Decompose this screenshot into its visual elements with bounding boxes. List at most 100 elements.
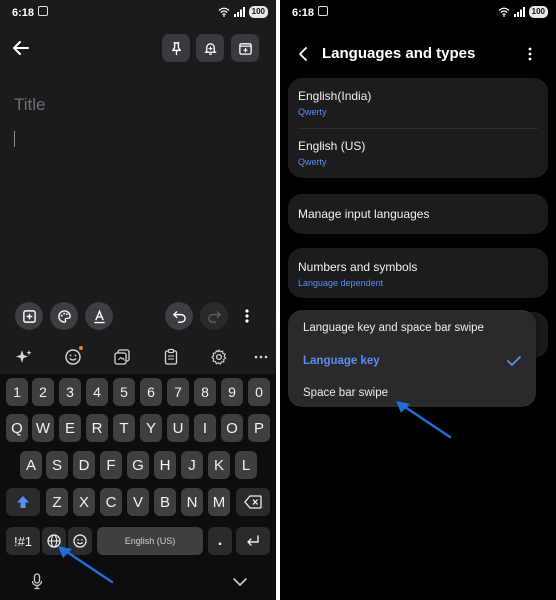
key-x[interactable]: X [73, 488, 95, 516]
reminder-button[interactable] [196, 34, 224, 62]
text-format-icon [93, 309, 105, 323]
key-e[interactable]: E [59, 414, 81, 442]
key-y[interactable]: Y [140, 414, 162, 442]
key-v[interactable]: V [127, 488, 149, 516]
sticker-button[interactable] [113, 348, 131, 366]
emoji-icon [73, 534, 87, 548]
key-d[interactable]: D [73, 451, 95, 479]
key-l[interactable]: L [235, 451, 257, 479]
key-7[interactable]: 7 [167, 378, 189, 406]
left-phone-screen: 6:18 100 Title 1 2 3 4 5 6 7 8 9 0 Q W E… [0, 0, 276, 600]
right-phone-screen: 6:18 100 Languages and types English(Ind… [280, 0, 556, 600]
key-u[interactable]: U [167, 414, 189, 442]
key-a[interactable]: A [20, 451, 42, 479]
key-6[interactable]: 6 [140, 378, 162, 406]
key-m[interactable]: M [208, 488, 230, 516]
key-9[interactable]: 9 [221, 378, 243, 406]
key-3[interactable]: 3 [59, 378, 81, 406]
key-b[interactable]: B [154, 488, 176, 516]
key-4[interactable]: 4 [86, 378, 108, 406]
language-name: English (US) [298, 139, 366, 153]
key-j[interactable]: J [181, 451, 203, 479]
key-z[interactable]: Z [46, 488, 68, 516]
option-language-key[interactable]: Language key [303, 355, 380, 367]
key-0[interactable]: 0 [248, 378, 270, 406]
keyboard-toolbar [0, 340, 276, 374]
emoji-button[interactable] [64, 348, 82, 366]
gear-icon [211, 349, 227, 365]
status-time: 6:18 [12, 7, 35, 19]
numbers-symbols-sub: Language dependent [298, 278, 384, 288]
settings-header: Languages and types [280, 38, 556, 70]
emoji-key[interactable] [68, 527, 92, 555]
language-name: English(India) [298, 89, 372, 103]
pin-icon [171, 41, 181, 55]
key-f[interactable]: F [100, 451, 122, 479]
globe-icon [47, 534, 61, 548]
space-bar[interactable]: English (US) [97, 527, 203, 555]
key-w[interactable]: W [32, 414, 54, 442]
note-title-placeholder[interactable]: Title [14, 95, 46, 115]
key-c[interactable]: C [100, 488, 122, 516]
symbols-key[interactable]: !#1 [6, 527, 40, 555]
wifi-icon [218, 7, 230, 17]
manage-languages-label: Manage input languages [298, 207, 430, 221]
key-n[interactable]: N [181, 488, 203, 516]
option-language-key-and-space-bar-swipe[interactable]: Language key and space bar swipe [303, 322, 484, 334]
text-style-button[interactable] [85, 302, 113, 330]
text-cursor[interactable] [14, 131, 15, 147]
pin-button[interactable] [162, 34, 190, 62]
mic-icon[interactable] [30, 572, 44, 592]
key-i[interactable]: I [194, 414, 216, 442]
add-to-button[interactable] [231, 34, 259, 62]
key-t[interactable]: T [113, 414, 135, 442]
screenshot-icon [318, 6, 328, 16]
insert-button[interactable] [15, 302, 43, 330]
key-s[interactable]: S [46, 451, 68, 479]
battery-icon: 100 [248, 6, 268, 18]
option-space-bar-swipe[interactable]: Space bar swipe [303, 387, 388, 399]
key-g[interactable]: G [127, 451, 149, 479]
redo-button[interactable] [200, 302, 228, 330]
redo-icon [207, 310, 221, 323]
key-q[interactable]: Q [6, 414, 28, 442]
undo-icon [172, 310, 186, 323]
toolbar-overflow-button[interactable] [252, 348, 270, 366]
key-k[interactable]: K [208, 451, 230, 479]
numbers-symbols-label: Numbers and symbols [298, 260, 418, 274]
key-r[interactable]: R [86, 414, 108, 442]
key-h[interactable]: H [154, 451, 176, 479]
status-bar: 6:18 100 [0, 0, 276, 26]
language-item-english-india[interactable]: English(India) Qwerty [298, 89, 371, 117]
palette-button[interactable] [50, 302, 78, 330]
undo-button[interactable] [165, 302, 193, 330]
key-5[interactable]: 5 [113, 378, 135, 406]
backspace-key[interactable] [236, 488, 270, 516]
numbers-symbols-card[interactable]: Numbers and symbols Language dependent [288, 248, 548, 298]
key-p[interactable]: P [248, 414, 270, 442]
notification-dot [79, 346, 83, 350]
keyboard-settings-button[interactable] [210, 348, 228, 366]
key-o[interactable]: O [221, 414, 243, 442]
more-vert-icon[interactable] [520, 44, 540, 64]
languages-card: English(India) Qwerty English (US) Qwert… [288, 78, 548, 178]
language-item-english-us[interactable]: English (US) Qwerty [298, 139, 365, 167]
key-1[interactable]: 1 [6, 378, 28, 406]
key-8[interactable]: 8 [194, 378, 216, 406]
chevron-down-icon[interactable] [231, 572, 249, 592]
box-add-icon [238, 42, 252, 55]
shift-icon [17, 496, 29, 508]
more-vert-icon[interactable] [237, 302, 257, 330]
period-key[interactable]: . [208, 527, 232, 555]
shift-key[interactable] [6, 488, 40, 516]
divider [298, 128, 538, 129]
ai-tools-button[interactable] [15, 348, 33, 366]
clipboard-button[interactable] [162, 348, 180, 366]
key-2[interactable]: 2 [32, 378, 54, 406]
language-key[interactable] [42, 527, 66, 555]
chevron-left-icon[interactable] [296, 46, 310, 62]
manage-languages-card[interactable]: Manage input languages [288, 194, 548, 234]
clipboard-icon [164, 348, 178, 365]
enter-key[interactable] [236, 527, 270, 555]
back-arrow-icon[interactable] [11, 38, 31, 58]
